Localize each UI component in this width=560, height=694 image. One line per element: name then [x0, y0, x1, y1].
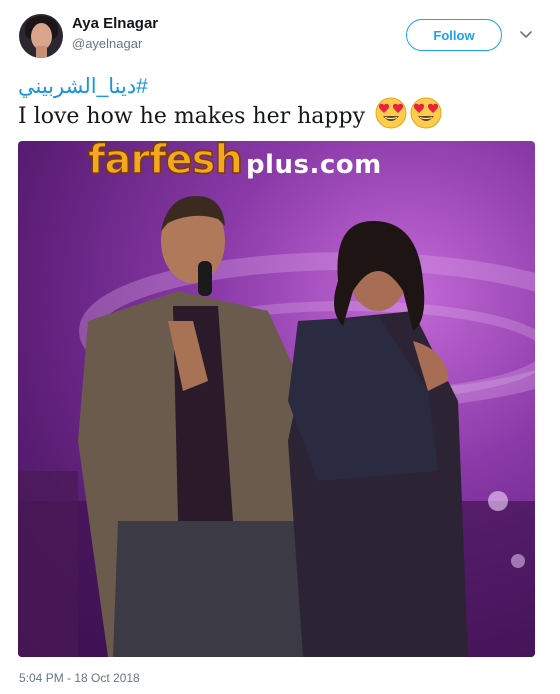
tweet-card: Aya Elnagar @ayelnagar Follow #دينا_الشر… [0, 0, 560, 694]
watermark-main: farfesh [87, 141, 243, 184]
chevron-down-icon[interactable] [518, 26, 534, 42]
emoji-group [375, 97, 442, 129]
tweet-text: I love how he makes her happy [18, 104, 366, 129]
heart-eyes-emoji-icon [410, 97, 442, 129]
follow-button[interactable]: Follow [406, 19, 502, 51]
user-handle[interactable]: @ayelnagar [72, 36, 142, 51]
avatar-neck [36, 46, 47, 58]
hashtag-link[interactable]: #دينا_الشربيني [18, 74, 148, 99]
tweet-photo[interactable]: farfesh plus.com [18, 141, 535, 657]
timestamp[interactable]: 5:04 PM - 18 Oct 2018 [19, 671, 140, 685]
avatar[interactable] [19, 14, 63, 58]
heart-eyes-emoji-icon [375, 97, 407, 129]
concert-photo-illustration [18, 196, 535, 657]
watermark-sub: plus.com [245, 150, 382, 180]
display-name[interactable]: Aya Elnagar [72, 15, 158, 32]
watermark: farfesh plus.com [87, 141, 382, 184]
